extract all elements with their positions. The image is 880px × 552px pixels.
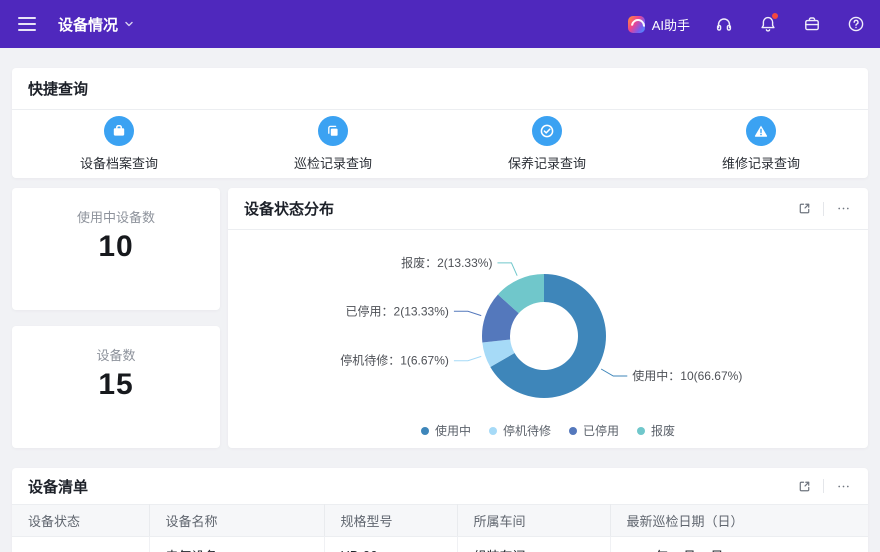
bell-icon[interactable] [758, 13, 778, 34]
topbar: 设备情况 AI助手 [0, 0, 880, 48]
page-title-dropdown[interactable]: 设备情况 [58, 14, 134, 35]
legend-dot [420, 426, 429, 435]
copy-icon [318, 115, 348, 146]
table-row[interactable]: 电气设备001HB-06组装车间2023年03月27日 [12, 536, 868, 552]
legend-label: 停机待修 [502, 424, 551, 438]
notification-badge [772, 13, 778, 19]
device-table: 设备状态设备名称规格型号所属车间最新巡检日期（日） 电气设备001HB-06组装… [12, 504, 868, 552]
pie-label: 已停用：2(13.33%) [346, 303, 449, 318]
page-title: 设备情况 [58, 16, 119, 34]
chevron-down-icon [125, 21, 133, 27]
expand-icon[interactable] [795, 200, 813, 218]
device-status-donut-chart[interactable]: 使用中：10(66.67%) 停机待修：1(6.67%) 已停用：2(13.33%)… [228, 230, 868, 447]
quick-query-header: 快捷查询 [12, 68, 868, 110]
table-card-header: 设备清单 [12, 468, 868, 504]
table-cell: HB-06 [324, 536, 458, 552]
chart-legend: 使用中 停机待修 已停用 报废 [228, 422, 868, 439]
more-icon[interactable] [834, 200, 852, 218]
briefcase-icon[interactable] [802, 14, 822, 34]
pie-label: 使用中：10(66.67%) [632, 368, 742, 383]
expand-icon[interactable] [795, 477, 813, 495]
quick-query-body: 设备档案查询 巡检记录查询 保养记录查询 维修记录查询 [12, 110, 868, 177]
briefcase-icon [104, 115, 134, 146]
label-line [600, 368, 628, 377]
quick-link-inspection-records[interactable]: 巡检记录查询 [226, 115, 440, 172]
quick-link-label: 保养记录查询 [507, 155, 586, 171]
stat-label: 使用中设备数 [76, 210, 155, 225]
quick-query-card: 快捷查询 设备档案查询 巡检记录查询 保养记录查询 维修记录查询 [12, 68, 868, 178]
quick-link-device-archive[interactable]: 设备档案查询 [12, 115, 226, 172]
quick-link-label: 维修记录查询 [721, 155, 800, 171]
table-cell: 2023年03月27日 [610, 536, 868, 552]
table-card-title: 设备清单 [28, 478, 89, 496]
column-header: 设备状态 [12, 504, 150, 537]
legend-item-停机待修[interactable]: 停机待修 [488, 422, 551, 439]
device-status-chart-card: 设备状态分布 使用中：10(66.67%) 停机待修：1(6.67%) 已停用：… [228, 188, 868, 448]
headset-icon[interactable] [714, 14, 734, 34]
column-header: 最新巡检日期（日） [610, 504, 868, 537]
label-line [453, 355, 482, 362]
legend-dot [637, 426, 646, 435]
table-cell: 组装车间 [457, 536, 611, 552]
chart-card-title: 设备状态分布 [244, 201, 335, 218]
chart-card-tools [795, 200, 852, 218]
legend-dot [569, 426, 577, 435]
legend-label: 报废 [651, 424, 676, 438]
stats-chart-row: 使用中设备数 10 设备数 15 设备状态分布 使用中：10(66.67%) 停… [12, 188, 868, 448]
check-circle-icon [532, 115, 562, 146]
menu-icon[interactable] [18, 17, 36, 31]
stat-card-total: 设备数 15 [12, 326, 220, 448]
stat-value: 15 [98, 368, 134, 401]
table-cell: 电气设备001 [149, 536, 325, 552]
column-header: 规格型号 [324, 504, 458, 537]
table-card-tools [795, 477, 852, 495]
pie-label: 停机待修：1(6.67%) [340, 353, 449, 368]
table-cell [12, 536, 150, 552]
device-list-card: 设备清单 设备状态 设备名称 规格型号 所属车间 最新巡检日期（日） [12, 468, 868, 552]
stat-column: 使用中设备数 10 设备数 15 [12, 188, 220, 448]
main-content: 快捷查询 设备档案查询 巡检记录查询 保养记录查询 维修记录查询 使用中设备数 … [0, 48, 880, 552]
divider [823, 201, 824, 216]
stat-card-in-use: 使用中设备数 10 [12, 188, 220, 310]
legend-label: 已停用 [583, 424, 620, 438]
legend-item-使用中[interactable]: 使用中 [420, 422, 471, 439]
stat-label: 设备数 [96, 348, 136, 363]
more-icon[interactable] [834, 477, 852, 495]
stat-value: 10 [98, 230, 134, 263]
topbar-actions: AI助手 [627, 13, 866, 34]
ai-assistant-label: AI助手 [651, 17, 690, 33]
quick-link-repair-records[interactable]: 维修记录查询 [654, 115, 868, 172]
table-header-row: 设备状态 设备名称 规格型号 所属车间 最新巡检日期（日） [12, 504, 868, 537]
column-header: 设备名称 [149, 504, 325, 537]
warning-triangle-icon [746, 115, 776, 146]
quick-link-label: 设备档案查询 [79, 155, 158, 171]
donut-chart-area: 使用中：10(66.67%) 停机待修：1(6.67%) 已停用：2(13.33%)… [228, 230, 868, 448]
chart-card-header: 设备状态分布 [228, 188, 868, 230]
label-line [453, 310, 482, 317]
ai-assistant-button[interactable]: AI助手 [627, 15, 690, 34]
quick-link-label: 巡检记录查询 [293, 155, 372, 171]
help-icon[interactable] [846, 14, 866, 34]
divider [823, 479, 824, 493]
pie-label: 报废：2(13.33%) [401, 255, 492, 270]
legend-label: 使用中 [434, 424, 471, 438]
ai-assistant-logo [627, 15, 645, 33]
label-line [497, 262, 518, 276]
column-header: 所属车间 [457, 504, 611, 537]
legend-dot [488, 426, 497, 435]
legend-item-报废[interactable]: 报废 [637, 422, 675, 439]
quick-query-title: 快捷查询 [28, 81, 89, 98]
legend-item-已停用[interactable]: 已停用 [569, 422, 619, 439]
quick-link-maintenance-records[interactable]: 保养记录查询 [440, 115, 654, 172]
